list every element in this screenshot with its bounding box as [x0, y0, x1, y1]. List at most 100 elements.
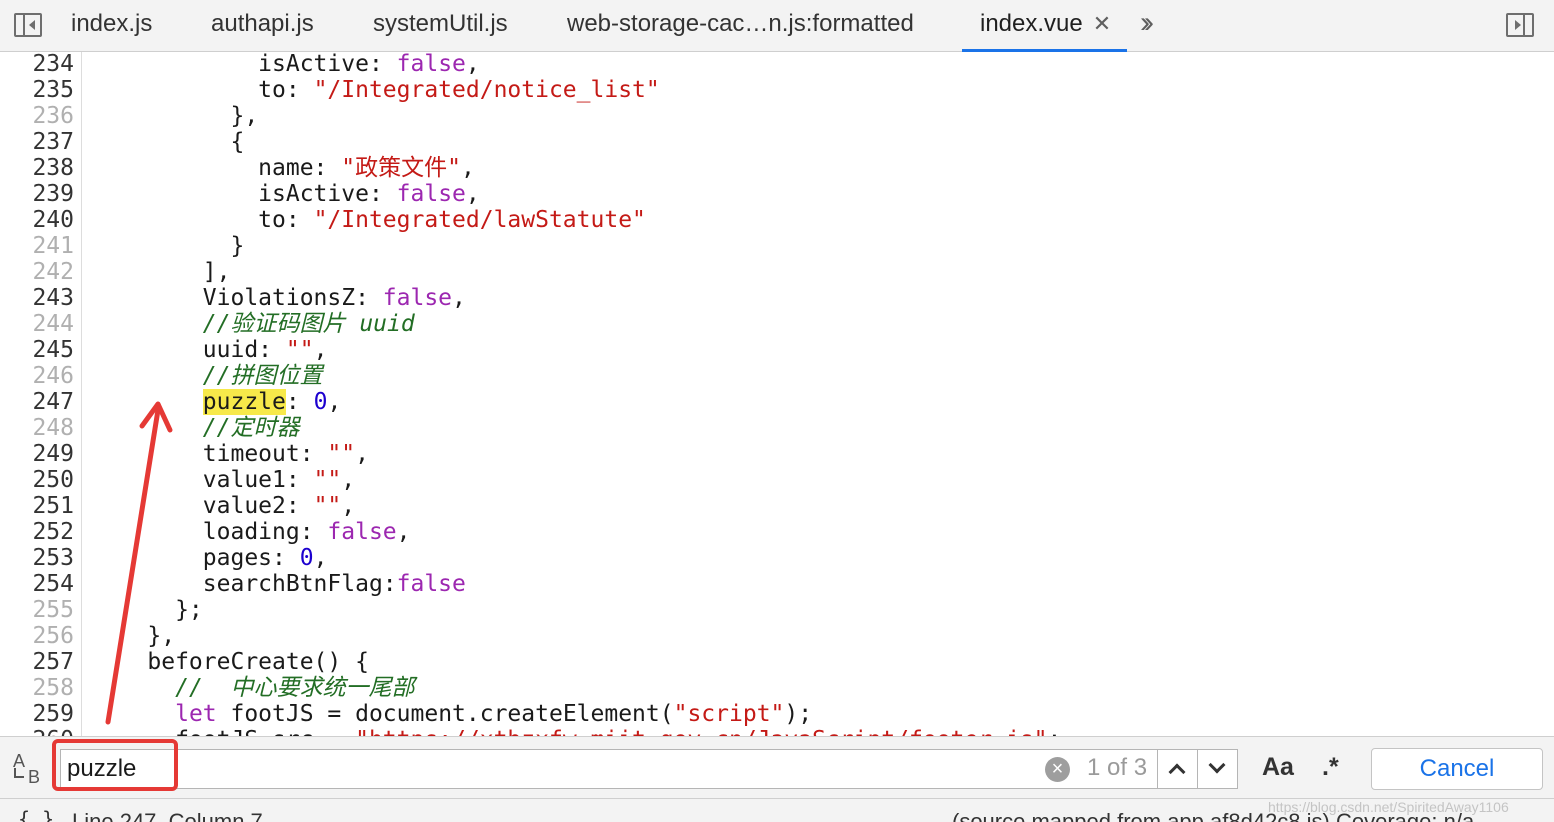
- line-number[interactable]: 242: [0, 259, 74, 285]
- line-number[interactable]: 238: [0, 155, 74, 181]
- code-text: }: [92, 233, 244, 259]
- show-debugger-icon[interactable]: [1506, 13, 1534, 37]
- code-line: 260 footJS.src = "https://xtbzxfw.miit.g…: [0, 727, 1554, 736]
- code-line: 243 ViolationsZ: false,: [0, 285, 1554, 311]
- cancel-button[interactable]: Cancel: [1371, 748, 1543, 790]
- code-token: ,: [465, 181, 480, 207]
- code-text: pages: 0,: [92, 545, 328, 571]
- line-number[interactable]: 255: [0, 597, 74, 623]
- code-token: to:: [258, 207, 314, 233]
- code-text: isActive: false,: [92, 52, 480, 77]
- code-line: 239 isActive: false,: [0, 181, 1554, 207]
- line-number[interactable]: 241: [0, 233, 74, 259]
- code-token: :: [285, 389, 314, 415]
- match-case-toggle[interactable]: Aa: [1262, 753, 1294, 782]
- code-text: name: "政策文件",: [92, 155, 475, 181]
- tab-index-vue[interactable]: index.vue ✕: [962, 0, 1128, 52]
- code-text: // 中心要求统一尾部: [92, 675, 414, 701]
- line-number[interactable]: 243: [0, 285, 74, 311]
- line-number[interactable]: 259: [0, 701, 74, 727]
- line-number[interactable]: 245: [0, 337, 74, 363]
- code-token: "": [313, 493, 342, 519]
- code-text: ],: [92, 259, 231, 285]
- code-text: };: [92, 597, 203, 623]
- line-number[interactable]: 237: [0, 129, 74, 155]
- line-number[interactable]: 252: [0, 519, 74, 545]
- search-input[interactable]: [67, 752, 1027, 786]
- code-text: //拼图位置: [92, 363, 323, 389]
- code-text: },: [92, 623, 175, 649]
- code-line: 254 searchBtnFlag:false: [0, 571, 1554, 597]
- code-token: );: [784, 701, 813, 727]
- tab-index-js[interactable]: index.js: [71, 0, 152, 52]
- line-number[interactable]: 249: [0, 441, 74, 467]
- code-token: ,: [341, 493, 356, 519]
- cursor-position: Line 247, Column 7: [72, 809, 263, 822]
- code-token: to:: [258, 77, 314, 103]
- code-line: 255 };: [0, 597, 1554, 623]
- line-number[interactable]: 250: [0, 467, 74, 493]
- line-number[interactable]: 260: [0, 727, 74, 736]
- line-number[interactable]: 246: [0, 363, 74, 389]
- code-line: 237 {: [0, 129, 1554, 155]
- chevron-down-icon: [1208, 756, 1226, 774]
- code-text: },: [92, 103, 258, 129]
- code-text: footJS.src = "https://xtbzxfw.miit.gov.c…: [92, 727, 1061, 736]
- line-number[interactable]: 248: [0, 415, 74, 441]
- replace-toggle-b: B: [28, 767, 41, 787]
- show-navigator-icon[interactable]: [14, 13, 42, 37]
- previous-match-button[interactable]: [1157, 749, 1198, 789]
- code-token: false: [396, 181, 466, 207]
- clear-search-icon[interactable]: ×: [1045, 757, 1070, 782]
- tab-authapi-js[interactable]: authapi.js: [211, 0, 314, 52]
- line-number[interactable]: 234: [0, 52, 74, 77]
- code-text: searchBtnFlag:false: [92, 571, 466, 597]
- code-line: 245 uuid: "",: [0, 337, 1554, 363]
- code-token: footJS.src =: [92, 727, 355, 736]
- line-number[interactable]: 235: [0, 77, 74, 103]
- line-number[interactable]: 240: [0, 207, 74, 233]
- code-token: ViolationsZ:: [92, 285, 383, 311]
- line-number[interactable]: 239: [0, 181, 74, 207]
- code-text: beforeCreate() {: [92, 649, 369, 675]
- tab-label: authapi.js: [211, 10, 314, 37]
- line-number[interactable]: 247: [0, 389, 74, 415]
- code-token: timeout:: [92, 441, 328, 467]
- tab-web-storage-formatted[interactable]: web-storage-cac…n.js:formatted: [567, 0, 914, 52]
- next-match-button[interactable]: [1197, 749, 1238, 789]
- line-number[interactable]: 251: [0, 493, 74, 519]
- code-token: ,: [313, 545, 328, 571]
- code-token: searchBtnFlag:: [92, 571, 397, 597]
- line-number[interactable]: 258: [0, 675, 74, 701]
- code-token: //验证码图片 uuid: [202, 311, 415, 337]
- line-number[interactable]: 256: [0, 623, 74, 649]
- code-line: 236 },: [0, 103, 1554, 129]
- replace-toggle-icon[interactable]: A B: [10, 751, 44, 787]
- code-token: value2:: [92, 493, 314, 519]
- code-line: 242 ],: [0, 259, 1554, 285]
- chevron-up-icon: [1168, 763, 1186, 781]
- close-tab-icon[interactable]: ✕: [1093, 11, 1111, 36]
- line-number[interactable]: 244: [0, 311, 74, 337]
- more-tabs-icon[interactable]: ››: [1140, 6, 1154, 40]
- code-token: ,: [465, 52, 480, 77]
- code-line: 252 loading: false,: [0, 519, 1554, 545]
- code-editor[interactable]: 234 isActive: false, 235 to: "/Integrated…: [0, 52, 1554, 736]
- line-number[interactable]: 257: [0, 649, 74, 675]
- code-text: to: "/Integrated/notice_list": [92, 77, 660, 103]
- code-token: ],: [92, 259, 231, 285]
- code-token: "https://xtbzxfw.miit.gov.cn/JavaScript/…: [355, 727, 1047, 736]
- code-text: //验证码图片 uuid: [92, 311, 415, 337]
- code-line: 251 value2: "",: [0, 493, 1554, 519]
- line-number[interactable]: 254: [0, 571, 74, 597]
- pretty-print-icon[interactable]: { }: [18, 807, 54, 822]
- regex-toggle[interactable]: .*: [1322, 753, 1339, 782]
- tab-systemutil-js[interactable]: systemUtil.js: [373, 0, 508, 52]
- code-token: "/Integrated/notice_list": [313, 77, 660, 103]
- line-number[interactable]: 236: [0, 103, 74, 129]
- line-number[interactable]: 253: [0, 545, 74, 571]
